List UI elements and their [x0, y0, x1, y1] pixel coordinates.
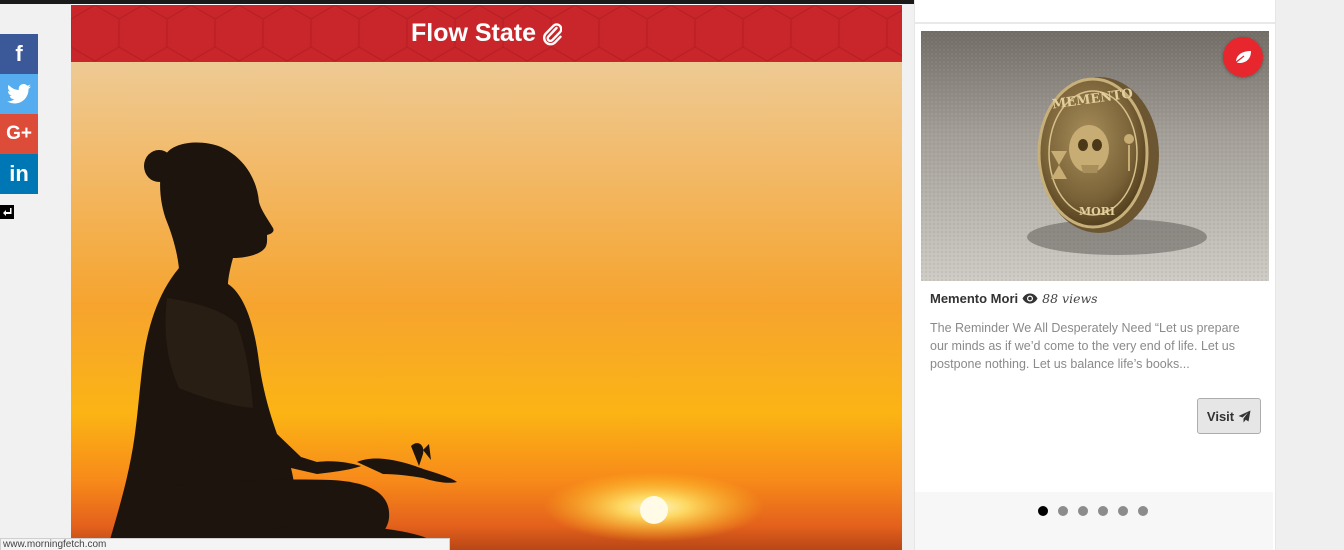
status-bar-url: www.morningfetch.com — [0, 538, 450, 550]
googleplus-share-button[interactable]: G+ — [0, 114, 38, 154]
visit-button[interactable]: Visit — [1197, 398, 1261, 434]
sidebar: MEMENTO MORI — [914, 0, 1276, 550]
visit-button-label: Visit — [1206, 408, 1235, 424]
paperclip-icon — [542, 22, 562, 45]
leaf-icon — [1234, 51, 1251, 64]
carousel-dots — [1038, 506, 1148, 516]
article-title[interactable]: Flow State — [411, 19, 562, 48]
paper-plane-icon — [1238, 410, 1251, 422]
googleplus-icon: G+ — [6, 123, 32, 144]
social-share-bar: f G+ in — [0, 34, 38, 194]
facebook-icon: f — [15, 41, 23, 66]
eye-icon — [1022, 293, 1038, 304]
linkedin-share-button[interactable]: in — [0, 154, 38, 194]
item-title-text: Memento Mori — [930, 291, 1019, 306]
carousel-dot-5[interactable] — [1118, 506, 1128, 516]
article-title-bar: Flow State — [71, 5, 902, 62]
category-badge[interactable] — [1223, 37, 1263, 77]
sidebar-item-title[interactable]: Memento Mori 88 views — [930, 291, 1098, 306]
article-title-text: Flow State — [410, 19, 536, 47]
view-count: 88 views — [1042, 291, 1098, 306]
facebook-share-button[interactable]: f — [0, 34, 38, 74]
carousel-footer — [915, 492, 1273, 550]
carousel-dot-6[interactable] — [1138, 506, 1148, 516]
carousel-dot-2[interactable] — [1058, 506, 1068, 516]
page: f G+ in Flow State MEMENTO MORI Memento … — [0, 0, 1344, 550]
coin-inscription-bottom: MORI — [1079, 205, 1115, 218]
collapse-share-button[interactable] — [0, 205, 14, 219]
twitter-share-button[interactable] — [0, 74, 38, 114]
sidebar-item-description: The Reminder We All Desperately Need “Le… — [930, 321, 1240, 371]
twitter-icon — [7, 84, 31, 104]
memento-mori-image[interactable]: MEMENTO MORI — [921, 31, 1269, 281]
linkedin-icon: in — [9, 161, 29, 186]
background-pattern-right — [1275, 0, 1344, 550]
collapse-arrow-icon — [3, 208, 12, 216]
sidebar-top-strip — [915, 0, 1275, 24]
carousel-dot-1[interactable] — [1038, 506, 1048, 516]
article-hero-image[interactable] — [71, 62, 902, 550]
article-card: Flow State — [71, 4, 902, 550]
carousel-dot-3[interactable] — [1078, 506, 1088, 516]
carousel-dot-4[interactable] — [1098, 506, 1108, 516]
